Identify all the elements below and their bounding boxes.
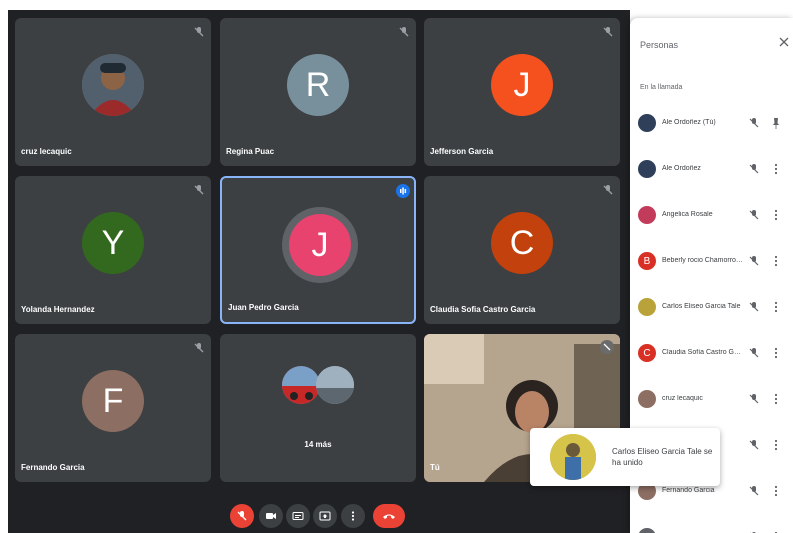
avatar	[638, 114, 656, 132]
person-name: Carlos Eliseo Garcia Tale	[662, 303, 741, 310]
join-notification: Carlos Eliseo Garcia Tale se ha unido	[530, 428, 720, 486]
panel-title: Personas	[640, 40, 679, 50]
group-avatar	[282, 366, 320, 404]
more-participants-tile[interactable]: 14 más	[220, 334, 416, 482]
mic-off-icon	[749, 486, 759, 496]
captions-button[interactable]	[286, 504, 310, 528]
pin-icon[interactable]	[771, 116, 781, 130]
mic-off-icon	[749, 118, 759, 128]
avatar	[638, 528, 656, 533]
mic-off-icon	[194, 343, 204, 353]
participant-tile[interactable]: cruz lecaquic	[15, 18, 211, 166]
self-name: Tú	[430, 463, 440, 472]
participant-tile[interactable]: Y Yolanda Hernandez	[15, 176, 211, 324]
hang-up-icon	[383, 514, 395, 519]
person-row[interactable]: Angelica Rosale	[638, 202, 788, 230]
avatar: B	[638, 252, 656, 270]
person-name: Claudia Sofía Castro Garcia	[662, 349, 744, 356]
participant-name: Claudia Sofia Castro Garcia	[430, 305, 536, 314]
call-controls	[8, 498, 630, 533]
mic-off-icon	[749, 440, 759, 450]
person-name: Fernando Garcia	[662, 487, 715, 494]
mic-off-icon	[749, 302, 759, 312]
more-vert-icon[interactable]	[771, 162, 781, 176]
mic-off-icon	[600, 340, 614, 354]
participant-name: Jefferson Garcia	[430, 147, 494, 156]
more-vert-icon[interactable]	[771, 438, 781, 452]
person-name: Ale Ordoñez	[662, 165, 701, 172]
mic-off-icon	[749, 256, 759, 266]
leave-call-button[interactable]	[373, 504, 405, 528]
more-count: 14 más	[304, 440, 332, 449]
avatar	[550, 434, 596, 480]
person-row[interactable]: C Claudia Sofía Castro Garcia	[638, 340, 788, 368]
camera-icon	[266, 513, 276, 519]
mic-toggle-button[interactable]	[230, 504, 254, 528]
more-vert-icon[interactable]	[771, 392, 781, 406]
captions-icon	[292, 512, 304, 520]
more-vert-icon[interactable]	[771, 208, 781, 222]
mic-off-icon	[749, 210, 759, 220]
mic-off-icon	[749, 394, 759, 404]
mic-off-icon	[749, 348, 759, 358]
more-options-button[interactable]	[341, 504, 365, 528]
avatar: J	[289, 214, 351, 276]
section-heading: En la llamada	[640, 84, 683, 91]
group-avatar	[316, 366, 354, 404]
mic-off-icon	[194, 185, 204, 195]
avatar: C	[491, 212, 553, 274]
present-button[interactable]	[313, 504, 337, 528]
participant-tile[interactable]: J Jefferson Garcia	[424, 18, 620, 166]
avatar: Y	[82, 212, 144, 274]
participant-name: Juan Pedro Garcia	[228, 303, 299, 312]
more-vert-icon[interactable]	[771, 300, 781, 314]
notification-text: Carlos Eliseo Garcia Tale se ha unido	[612, 447, 713, 467]
more-vert-icon[interactable]	[771, 346, 781, 360]
more-vert-icon[interactable]	[771, 254, 781, 268]
participant-name: Yolanda Hernandez	[21, 305, 95, 314]
avatar: J	[491, 54, 553, 116]
avatar	[638, 298, 656, 316]
participant-tile[interactable]: R Regina Puac	[220, 18, 416, 166]
person-name: cruz lecaquic	[662, 395, 703, 402]
more-vert-icon[interactable]	[771, 484, 781, 498]
mic-off-icon	[603, 185, 613, 195]
person-row[interactable]: Carlos Eliseo Garcia Tale	[638, 294, 788, 322]
person-row[interactable]: Regina Puac	[638, 524, 788, 533]
close-icon[interactable]	[778, 36, 790, 48]
mic-off-icon	[399, 27, 409, 37]
avatar	[638, 390, 656, 408]
person-row[interactable]: cruz lecaquic	[638, 386, 788, 414]
present-icon	[319, 511, 331, 521]
avatar: R	[287, 54, 349, 116]
person-name: Angelica Rosale	[662, 211, 713, 218]
participant-name: Fernando Garcia	[21, 463, 85, 472]
participant-name: Regina Puac	[226, 147, 275, 156]
person-row[interactable]: Ale Ordoñez (Tú)	[638, 110, 788, 138]
mic-off-icon	[237, 511, 247, 521]
avatar	[638, 160, 656, 178]
avatar: C	[638, 344, 656, 362]
person-name: Ale Ordoñez (Tú)	[662, 119, 716, 126]
participant-tile-speaking[interactable]: J Juan Pedro Garcia	[220, 176, 416, 324]
avatar: F	[82, 370, 144, 432]
avatar	[638, 206, 656, 224]
participant-name: cruz lecaquic	[21, 147, 72, 156]
speaking-indicator-icon	[396, 184, 410, 198]
avatar	[82, 54, 144, 116]
participant-tile[interactable]: C Claudia Sofia Castro Garcia	[424, 176, 620, 324]
mic-off-icon	[194, 27, 204, 37]
more-vert-icon	[351, 511, 355, 521]
person-name: Beberly rocio Chamorro s...	[662, 257, 744, 264]
person-row[interactable]: B Beberly rocio Chamorro s...	[638, 248, 788, 276]
mic-off-icon	[603, 27, 613, 37]
mic-off-icon	[749, 164, 759, 174]
camera-toggle-button[interactable]	[259, 504, 283, 528]
participant-tile[interactable]: F Fernando Garcia	[15, 334, 211, 482]
person-row[interactable]: Ale Ordoñez	[638, 156, 788, 184]
